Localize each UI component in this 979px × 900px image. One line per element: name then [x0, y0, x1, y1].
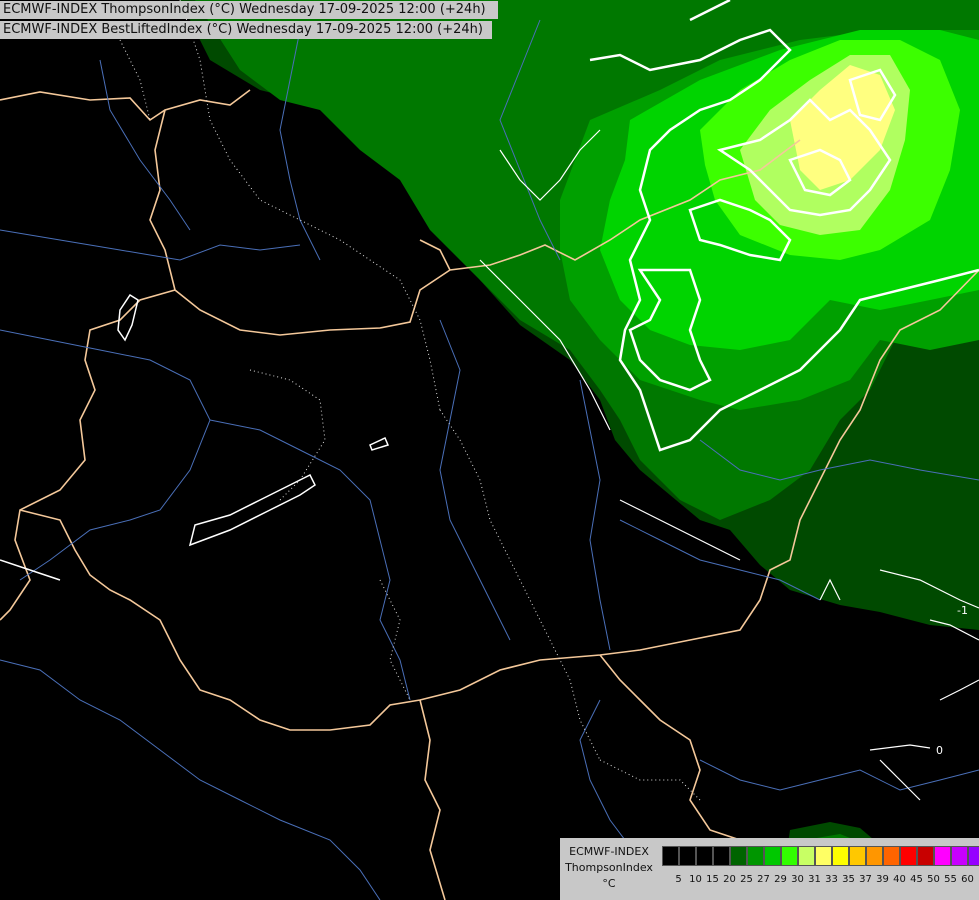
contour-label: -1 — [957, 604, 968, 617]
legend-tick-label: 39 — [876, 874, 889, 885]
legend-tick-label: 10 — [689, 874, 702, 885]
legend-swatch — [951, 846, 968, 866]
legend-tick-label: 31 — [808, 874, 821, 885]
legend-swatch — [679, 846, 696, 866]
legend-swatch — [764, 846, 781, 866]
legend-tick-label: 29 — [774, 874, 787, 885]
legend-title: ECMWF-INDEX ThompsonIndex °C — [560, 844, 658, 892]
legend-swatch — [815, 846, 832, 866]
legend-tick-label: 15 — [706, 874, 719, 885]
legend-tick-label: 35 — [842, 874, 855, 885]
legend-tick-label: 45 — [910, 874, 923, 885]
legend-ticks: 5 10 15 20 25 27 29 30 31 33 35 37 39 40 45 50 55 60 — [662, 874, 976, 885]
legend-tick-label: 40 — [893, 874, 906, 885]
legend-swatch — [832, 846, 849, 866]
legend-tick-label: 25 — [740, 874, 753, 885]
contour-label: 0 — [936, 744, 943, 757]
legend-swatch — [781, 846, 798, 866]
weather-map: -1 0 — [0, 0, 979, 900]
chart-title-lifted-index: ECMWF-INDEX BestLiftedIndex (°C) Wednesd… — [0, 21, 492, 39]
legend-parameter: ThompsonIndex — [565, 861, 653, 874]
legend-tick-label: 55 — [944, 874, 957, 885]
legend-swatch — [883, 846, 900, 866]
legend-swatch — [900, 846, 917, 866]
legend-swatch — [849, 846, 866, 866]
legend-swatch — [713, 846, 730, 866]
legend-swatch — [696, 846, 713, 866]
legend-source: ECMWF-INDEX — [569, 845, 649, 858]
legend-swatches — [662, 846, 979, 866]
legend-swatch — [747, 846, 764, 866]
chart-title-thompson-index: ECMWF-INDEX ThompsonIndex (°C) Wednesday… — [0, 1, 498, 19]
legend-swatch — [662, 846, 679, 866]
legend-swatch — [798, 846, 815, 866]
legend-swatch — [730, 846, 747, 866]
legend-tick-label: 20 — [723, 874, 736, 885]
legend-tick-label: 27 — [757, 874, 770, 885]
legend-swatch — [968, 846, 979, 866]
legend-swatch — [917, 846, 934, 866]
legend-tick-label: 60 — [961, 874, 974, 885]
legend-tick-label: 50 — [927, 874, 940, 885]
legend-tick-label: 5 — [675, 874, 682, 885]
legend-tick-label: 30 — [791, 874, 804, 885]
legend-tick-label: 37 — [859, 874, 872, 885]
legend-tick-label: 33 — [825, 874, 838, 885]
legend-unit: °C — [602, 877, 616, 890]
color-legend: ECMWF-INDEX ThompsonIndex °C 5 10 15 20 25 27… — [560, 838, 979, 900]
legend-swatch — [866, 846, 883, 866]
legend-swatch — [934, 846, 951, 866]
